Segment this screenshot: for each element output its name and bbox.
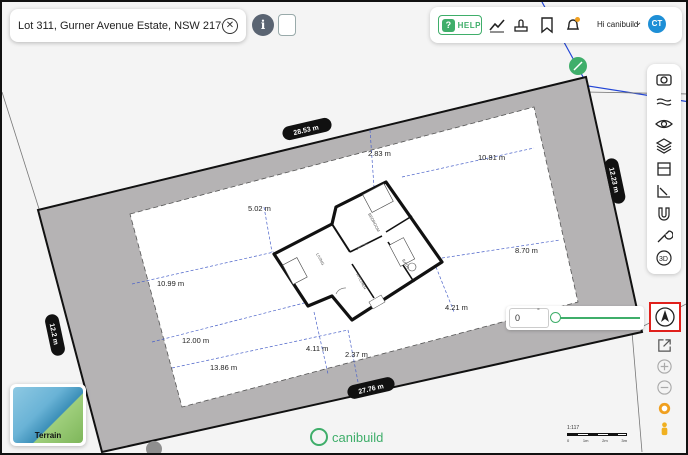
- pin-icon[interactable]: [569, 57, 587, 75]
- app-frame: LIVING BEDROOM KITCHEN BATH 2.83 m 10.81…: [0, 0, 688, 455]
- eye-icon[interactable]: [655, 115, 673, 133]
- bell-icon[interactable]: [564, 16, 582, 34]
- measure-label: 13.86 m: [210, 363, 237, 372]
- lower-toolbar: [650, 337, 680, 445]
- scale-tick: 1m: [582, 438, 589, 443]
- person-icon[interactable]: [656, 421, 673, 438]
- site-map-canvas[interactable]: LIVING BEDROOM KITCHEN BATH 2.83 m 10.81…: [2, 2, 688, 455]
- measure-label: 12.00 m: [182, 336, 209, 345]
- layers-icon[interactable]: [655, 137, 673, 155]
- right-toolbar: 3D: [647, 64, 681, 274]
- chart-icon[interactable]: [488, 16, 506, 34]
- scale-tick: 3m: [621, 438, 627, 443]
- search-input[interactable]: Lot 311, Gurner Avenue Estate, NSW 2179,…: [18, 20, 222, 32]
- scale-ratio: 1:117: [567, 425, 580, 431]
- rotation-slider-track[interactable]: [554, 317, 640, 319]
- measure-label: 10.81 m: [478, 153, 505, 162]
- address-search-box[interactable]: Lot 311, Gurner Avenue Estate, NSW 2179,…: [10, 9, 246, 42]
- scale-bar: 1:117 0 1m 2m 3m: [567, 425, 627, 445]
- avatar[interactable]: CT: [648, 15, 666, 33]
- measure-label: 5.02 m: [248, 204, 271, 213]
- 3d-icon[interactable]: 3D: [655, 249, 673, 267]
- help-button[interactable]: ? HELP: [438, 15, 482, 35]
- top-toolbar: ? HELP Hi canibuild ⌄ CT: [430, 7, 682, 43]
- scale-tick: 2m: [602, 438, 608, 443]
- degree-unit: °: [537, 308, 540, 315]
- rotation-slider-thumb[interactable]: [550, 312, 561, 323]
- terrain-thumbnail: Terrain: [13, 387, 83, 443]
- compass-icon: [655, 307, 675, 327]
- street-view-icon[interactable]: [656, 400, 673, 417]
- measure-label: 8.70 m: [515, 246, 538, 255]
- info-icon[interactable]: i: [252, 14, 274, 36]
- house-icon[interactable]: [655, 160, 673, 178]
- rotation-panel: 0 °: [506, 306, 644, 330]
- svg-text:3D: 3D: [659, 256, 668, 263]
- canibuild-logo-icon: [310, 428, 328, 446]
- measure-label: 2.37 m: [345, 350, 368, 359]
- zoom-in-icon[interactable]: [656, 358, 673, 375]
- measure-label: 4.11 m: [306, 344, 328, 353]
- chevron-down-icon[interactable]: ⌄: [634, 17, 642, 28]
- camera-icon[interactable]: [655, 70, 673, 88]
- wrench-icon[interactable]: [655, 227, 673, 245]
- terrain-toggle[interactable]: Terrain: [10, 384, 86, 446]
- measure-label: 2.83 m: [368, 149, 391, 158]
- brand-logo: canibuild: [310, 428, 383, 446]
- magnet-icon[interactable]: [655, 205, 673, 223]
- help-label: HELP: [457, 20, 481, 30]
- help-icon: ?: [442, 18, 455, 32]
- stamp-icon[interactable]: [512, 16, 530, 34]
- scale-tick: 0: [567, 438, 570, 443]
- zoom-out-icon[interactable]: [656, 379, 673, 396]
- user-greeting[interactable]: Hi canibuild: [597, 20, 638, 29]
- scale-bar-graphic: [567, 433, 627, 436]
- brand-name: canibuild: [332, 429, 384, 445]
- rotation-input[interactable]: 0: [509, 308, 549, 328]
- bookmark-icon[interactable]: [538, 16, 556, 34]
- share-icon[interactable]: [656, 337, 673, 354]
- slide-icon[interactable]: [655, 182, 673, 200]
- measure-label: 4.21 m: [445, 303, 468, 312]
- terrain-label: Terrain: [34, 431, 62, 440]
- measure-label: 10.99 m: [157, 279, 184, 288]
- close-icon[interactable]: ✕: [222, 17, 238, 34]
- scale-ticks: 0 1m 2m 3m: [567, 438, 627, 443]
- box-icon[interactable]: [278, 14, 296, 36]
- compass-button[interactable]: [649, 302, 681, 332]
- water-icon[interactable]: [655, 93, 673, 111]
